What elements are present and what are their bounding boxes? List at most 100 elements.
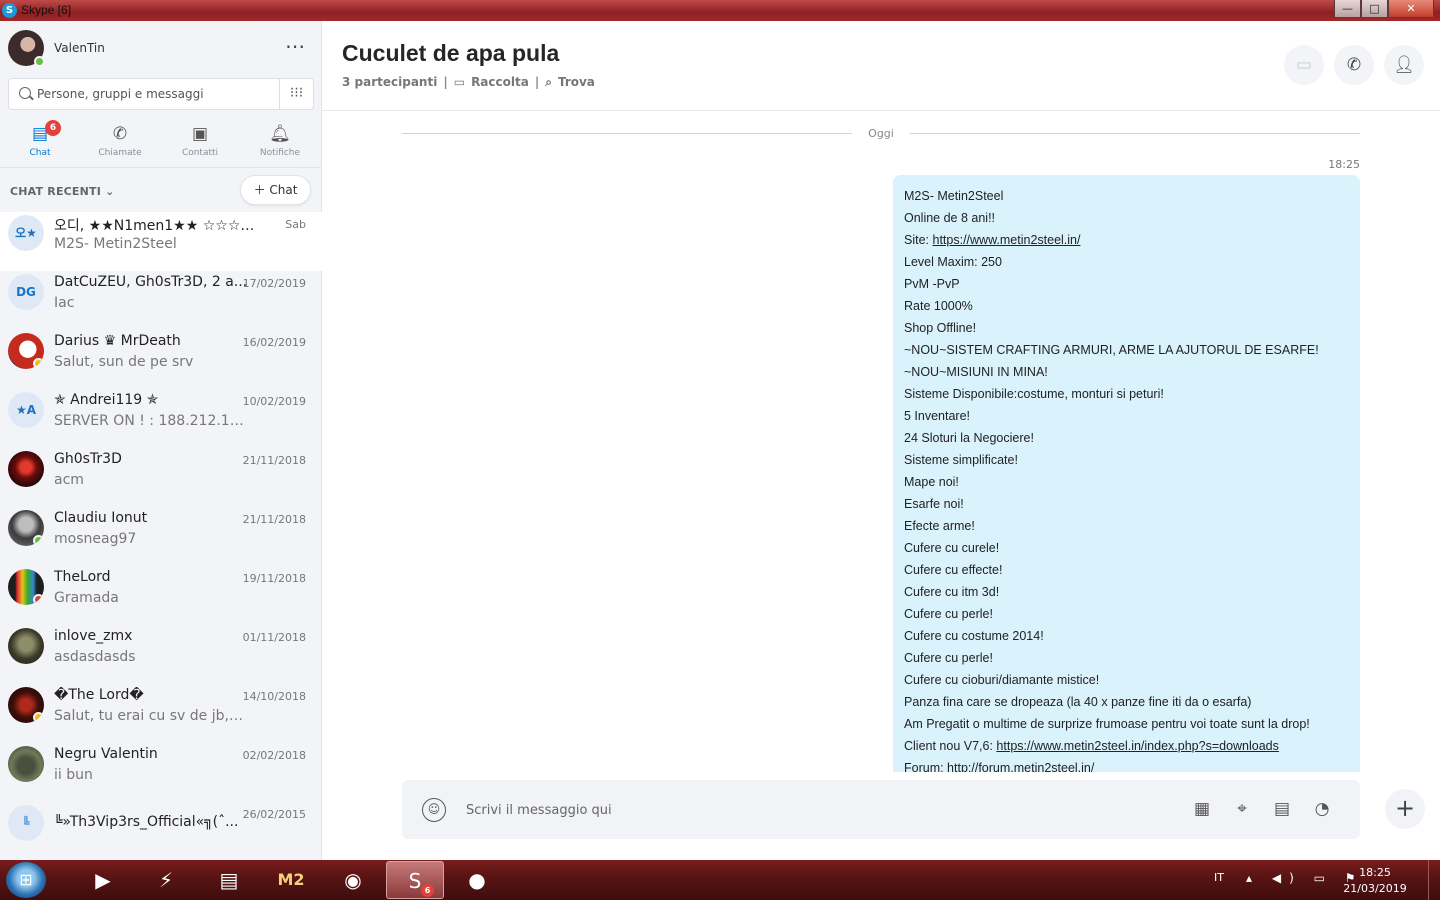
list-item[interactable]: TheLord 19/11/2018 Gramada xyxy=(0,566,322,625)
add-content-button[interactable]: + xyxy=(1385,789,1425,829)
message-line: Forum: http://forum.metin2steel.in/ xyxy=(904,757,1349,772)
tab-calls[interactable]: ✆ Chiamate xyxy=(80,118,160,166)
file-explorer-icon[interactable]: ▤ xyxy=(200,861,258,899)
taskbar: ⊞ ▶ ⚡ ▤ M2 ◉ S 6 ● IT ▴ ◀) ▭ ⚑ 18:25 21/… xyxy=(0,860,1440,900)
message-bubble[interactable]: M2S- Metin2Steel Online de 8 ani!! Site: h… xyxy=(893,175,1360,772)
screen-recorder-icon[interactable]: ● xyxy=(448,861,506,899)
tab-chat[interactable]: ▤ 6 Chat xyxy=(0,118,80,166)
message-text: ~NOU~SISTEM CRAFTING ARMURI, ARME LA AJU… xyxy=(904,343,1319,357)
clock[interactable]: 18:25 21/03/2019 xyxy=(1340,865,1410,897)
list-item[interactable]: �The Lord� 14/10/2018 Salut, tu erai cu … xyxy=(0,684,322,743)
start-button[interactable]: ⊞ xyxy=(6,862,46,898)
chat-name: ✯ Andrei119 ✯ xyxy=(54,392,159,408)
media-player-icon[interactable]: ▶ xyxy=(74,861,132,899)
message-text: Rate 1000% xyxy=(904,299,973,313)
bell-icon: 🔔︎ xyxy=(269,124,291,144)
search-input[interactable] xyxy=(37,85,277,103)
gallery-link[interactable]: Raccolta xyxy=(471,75,529,90)
tab-calls-label: Chiamate xyxy=(98,148,142,158)
list-item[interactable]: Claudiu Ionut 21/11/2018 mosneag97 xyxy=(0,507,322,566)
list-item[interactable]: ╚ ╚»Th3Vip3rs_Official«╗(ˆ... 26/02/2015 xyxy=(0,802,322,860)
message-line: Cufere cu itm 3d! xyxy=(904,581,1349,603)
tab-contacts[interactable]: ▣ Contatti xyxy=(160,118,240,166)
chat-date: 02/02/2018 xyxy=(242,749,306,762)
maximize-button[interactable]: □ xyxy=(1361,0,1388,18)
list-item[interactable]: Darius ♛ MrDeath 16/02/2019 Salut, sun d… xyxy=(0,330,322,389)
tab-notifications[interactable]: 🔔︎ Notifiche xyxy=(240,118,320,166)
nav-tabs: ▤ 6 Chat ✆ Chiamate ▣ Contatti 🔔︎ Notifi… xyxy=(0,118,322,166)
chat-name: Claudiu Ionut xyxy=(54,510,148,526)
plus-icon: + xyxy=(1394,794,1416,822)
emoji-icon[interactable]: ☺ xyxy=(422,798,446,822)
list-item[interactable]: inlove_zmx 01/11/2018 asdasdasds xyxy=(0,625,322,684)
close-button[interactable]: ✕ xyxy=(1388,0,1434,18)
message-line: Cufere cu cioburi/diamante mistice! xyxy=(904,669,1349,691)
skype-taskbar-icon[interactable]: S 6 xyxy=(386,861,444,899)
chat-name: Gh0sTr3D xyxy=(54,451,122,467)
contact-card-icon[interactable]: ▤ xyxy=(1270,796,1294,822)
new-chat-button[interactable]: ＋ Chat xyxy=(240,175,311,205)
message-text: 24 Sloturi la Negociere! xyxy=(904,431,1034,445)
location-icon[interactable]: ⌖ xyxy=(1230,796,1254,822)
dialpad-icon[interactable]: ⁝⁝⁝ xyxy=(279,79,313,109)
list-item[interactable]: 오★ 오디, ★★N1men1★★ ☆☆☆☆... Sab M2S- Metin… xyxy=(0,212,322,271)
conversation-title[interactable]: Cuculet de apa pula xyxy=(342,40,559,67)
message-text: Sisteme simplificate! xyxy=(904,453,1018,467)
message-link[interactable]: https://www.metin2steel.in/ xyxy=(933,233,1081,247)
chat-name: TheLord xyxy=(54,569,111,585)
media-gallery-icon[interactable]: ▦ xyxy=(1190,796,1214,822)
winamp-icon[interactable]: ⚡ xyxy=(137,861,195,899)
message-text: Mape noi! xyxy=(904,475,959,489)
message-line: Client nou V7,6: https://www.metin2steel… xyxy=(904,735,1349,757)
list-item[interactable]: DG DatCuZEU, Gh0sTr3D, 2 a... 17/02/2019… xyxy=(0,271,322,330)
message-text: Level Maxim: 250 xyxy=(904,255,1002,269)
skype-logo-icon: S xyxy=(2,3,17,18)
firefox-icon[interactable]: ◉ xyxy=(324,861,382,899)
show-desktop-button[interactable] xyxy=(1428,860,1440,900)
profile-row[interactable]: ValenTin ⋯ xyxy=(8,30,314,68)
video-call-button[interactable]: ▭ xyxy=(1284,45,1324,85)
search-box[interactable]: ⁝⁝⁝ xyxy=(8,78,314,110)
message-link[interactable]: https://www.metin2steel.in/index.php?s=d… xyxy=(996,739,1278,753)
message-line: Panza fina care se dropeaza (la 40 x pan… xyxy=(904,691,1349,713)
metin2-icon[interactable]: M2 xyxy=(262,861,320,899)
away-status-icon xyxy=(33,358,44,369)
list-item[interactable]: Negru Valentin 02/02/2018 ii bun xyxy=(0,743,322,802)
poll-icon[interactable]: ◔ xyxy=(1310,796,1334,822)
chat-name: 오디, ★★N1men1★★ ☆☆☆☆... xyxy=(54,218,264,234)
add-participant-button[interactable]: 👤︎ xyxy=(1384,45,1424,85)
message-line: Efecte arme! xyxy=(904,515,1349,537)
avatar xyxy=(8,746,44,782)
message-line: Site: https://www.metin2steel.in/ xyxy=(904,229,1349,251)
chat-name: ╚»Th3Vip3rs_Official«╗(ˆ... xyxy=(54,814,239,830)
chat-preview: acm xyxy=(54,472,84,488)
chat-preview: mosneag97 xyxy=(54,531,137,547)
message-line: Shop Offline! xyxy=(904,317,1349,339)
message-text: Esarfe noi! xyxy=(904,497,964,511)
contacts-icon: ▣ xyxy=(191,124,209,144)
minimize-button[interactable]: — xyxy=(1334,0,1361,18)
chat-icon: ▤ xyxy=(31,124,49,144)
recent-chats-label: CHAT RECENTI xyxy=(10,185,102,198)
message-line: Cufere cu effecte! xyxy=(904,559,1349,581)
system-tray: IT ▴ ◀) ▭ ⚑ 18:25 21/03/2019 xyxy=(1190,860,1440,900)
more-options-icon[interactable]: ⋯ xyxy=(285,34,306,58)
find-link[interactable]: Trova xyxy=(558,75,595,90)
profile-name[interactable]: ValenTin xyxy=(54,41,105,55)
list-item[interactable]: ★A ✯ Andrei119 ✯ 10/02/2019 SERVER ON ! … xyxy=(0,389,322,448)
recent-chats-header[interactable]: CHAT RECENTI ⌄ xyxy=(10,185,115,198)
chat-date: 01/11/2018 xyxy=(242,631,306,644)
language-indicator[interactable]: IT xyxy=(1214,871,1224,884)
list-item[interactable]: Gh0sTr3D 21/11/2018 acm xyxy=(0,448,322,507)
message-text: Client nou V7,6: xyxy=(904,739,997,753)
chat-name: �The Lord� xyxy=(54,687,144,703)
message-input[interactable] xyxy=(466,800,1066,820)
chat-preview: M2S- Metin2Steel xyxy=(54,236,177,252)
message-text: Cufere cu cioburi/diamante mistice! xyxy=(904,673,1100,687)
participants-link[interactable]: 3 partecipanti xyxy=(342,75,437,90)
conversation-pane: Cuculet de apa pula 3 partecipanti | ▭ R… xyxy=(322,21,1440,860)
message-text: Site: xyxy=(904,233,933,247)
audio-call-button[interactable]: ✆ xyxy=(1334,45,1374,85)
message-line: Mape noi! xyxy=(904,471,1349,493)
avatar xyxy=(8,333,44,369)
